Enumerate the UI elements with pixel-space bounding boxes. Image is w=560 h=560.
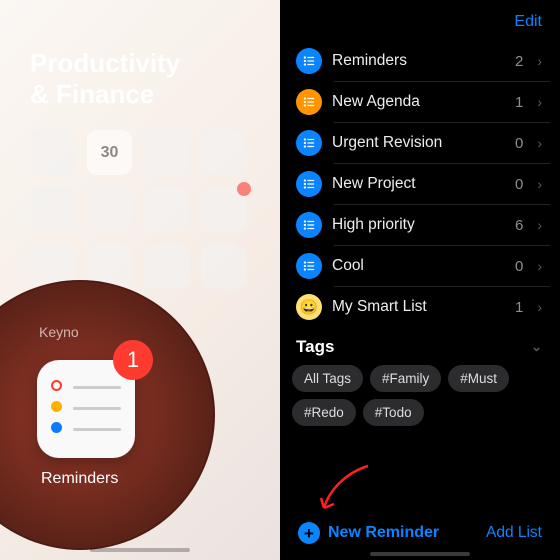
- notification-badge: 1: [113, 340, 153, 380]
- tag-chip[interactable]: #Todo: [363, 399, 424, 426]
- folder-title: Productivity& Finance: [30, 48, 180, 110]
- chevron-right-icon: ›: [537, 94, 542, 110]
- list-bullet-icon: [296, 89, 322, 115]
- list-row[interactable]: New Project 0 ›: [290, 164, 550, 204]
- list-row[interactable]: Urgent Revision 0 ›: [290, 123, 550, 163]
- chevron-down-icon: ⌄: [531, 339, 542, 355]
- home-screen-magnified: Productivity& Finance 30 Keyno 1 Reminde…: [0, 0, 280, 560]
- chevron-right-icon: ›: [537, 53, 542, 69]
- tags-header-label: Tags: [296, 337, 334, 357]
- nav-bar: Edit: [280, 0, 560, 41]
- list-bullet-icon: [296, 171, 322, 197]
- list-bullet-icon: [296, 253, 322, 279]
- app-icon[interactable]: [144, 130, 189, 175]
- app-icon[interactable]: [144, 244, 189, 289]
- list-name-label: New Agenda: [332, 93, 505, 111]
- list-name-label: Cool: [332, 257, 505, 275]
- edit-button[interactable]: Edit: [514, 13, 542, 31]
- plus-circle-icon: +: [298, 522, 320, 544]
- chevron-right-icon: ›: [537, 258, 542, 274]
- peeking-app-label: Keyno: [39, 324, 79, 340]
- app-icon[interactable]: [201, 130, 246, 175]
- list-count: 0: [515, 258, 523, 275]
- list-name-label: Reminders: [332, 52, 505, 70]
- app-icon[interactable]: [30, 130, 75, 175]
- app-icon[interactable]: [144, 187, 189, 232]
- reminders-icon-line: [73, 407, 121, 410]
- list-count: 6: [515, 217, 523, 234]
- tags-container: All Tags #Family #Must #Redo #Todo: [280, 365, 560, 426]
- chevron-right-icon: ›: [537, 299, 542, 315]
- app-icon-gmail[interactable]: [201, 187, 246, 232]
- reminders-icon-dot-red: [51, 380, 62, 391]
- list-name-label: High priority: [332, 216, 505, 234]
- list-count: 0: [515, 135, 523, 152]
- reminders-app-screen: Edit Reminders2›New Agenda1›Urgent Revis…: [280, 0, 560, 560]
- list-bullet-icon: [296, 212, 322, 238]
- reminders-icon-dot-yellow: [51, 401, 62, 412]
- app-icon[interactable]: [87, 187, 132, 232]
- new-reminder-button[interactable]: + New Reminder: [298, 522, 439, 544]
- list-name-label: Urgent Revision: [332, 134, 505, 152]
- reminders-icon-line: [73, 428, 121, 431]
- list-count: 0: [515, 176, 523, 193]
- list-row[interactable]: 😀 My Smart List 1 ›: [290, 287, 550, 327]
- tag-chip[interactable]: #Family: [370, 365, 441, 392]
- list-name-label: New Project: [332, 175, 505, 193]
- chevron-right-icon: ›: [537, 217, 542, 233]
- list-count: 1: [515, 94, 523, 111]
- tag-chip[interactable]: #Must: [448, 365, 509, 392]
- list-count: 1: [515, 299, 523, 316]
- reminders-app-label: Reminders: [41, 470, 118, 488]
- list-bullet-icon: [296, 48, 322, 74]
- new-reminder-label: New Reminder: [328, 524, 439, 542]
- reminders-icon-line: [73, 386, 121, 389]
- tag-chip[interactable]: #Redo: [292, 399, 356, 426]
- tag-chip[interactable]: All Tags: [292, 365, 363, 392]
- app-icon[interactable]: [201, 244, 246, 289]
- folder-apps-grid: 30: [30, 130, 246, 289]
- list-row[interactable]: Cool 0 ›: [290, 246, 550, 286]
- home-indicator: [90, 548, 190, 552]
- list-row[interactable]: High priority 6 ›: [290, 205, 550, 245]
- list-name-label: My Smart List: [332, 298, 505, 316]
- app-icon[interactable]: [30, 187, 75, 232]
- smart-list-icon: 😀: [296, 294, 322, 320]
- reminders-icon-dot-blue: [51, 422, 62, 433]
- list-row[interactable]: Reminders 2 ›: [290, 41, 550, 81]
- my-lists-section: Reminders 2 › New Agenda 1 › Urgent Revision 0 ›…: [280, 41, 560, 327]
- add-list-button[interactable]: Add List: [486, 524, 542, 542]
- list-bullet-icon: [296, 130, 322, 156]
- bottom-toolbar: + New Reminder Add List: [280, 522, 560, 544]
- tags-section-header[interactable]: Tags ⌄: [280, 327, 560, 365]
- app-icon-calendar[interactable]: 30: [87, 130, 132, 175]
- chevron-right-icon: ›: [537, 135, 542, 151]
- home-indicator: [370, 552, 470, 556]
- list-count: 2: [515, 53, 523, 70]
- chevron-right-icon: ›: [537, 176, 542, 192]
- list-row[interactable]: New Agenda 1 ›: [290, 82, 550, 122]
- callout-arrow: [318, 462, 376, 518]
